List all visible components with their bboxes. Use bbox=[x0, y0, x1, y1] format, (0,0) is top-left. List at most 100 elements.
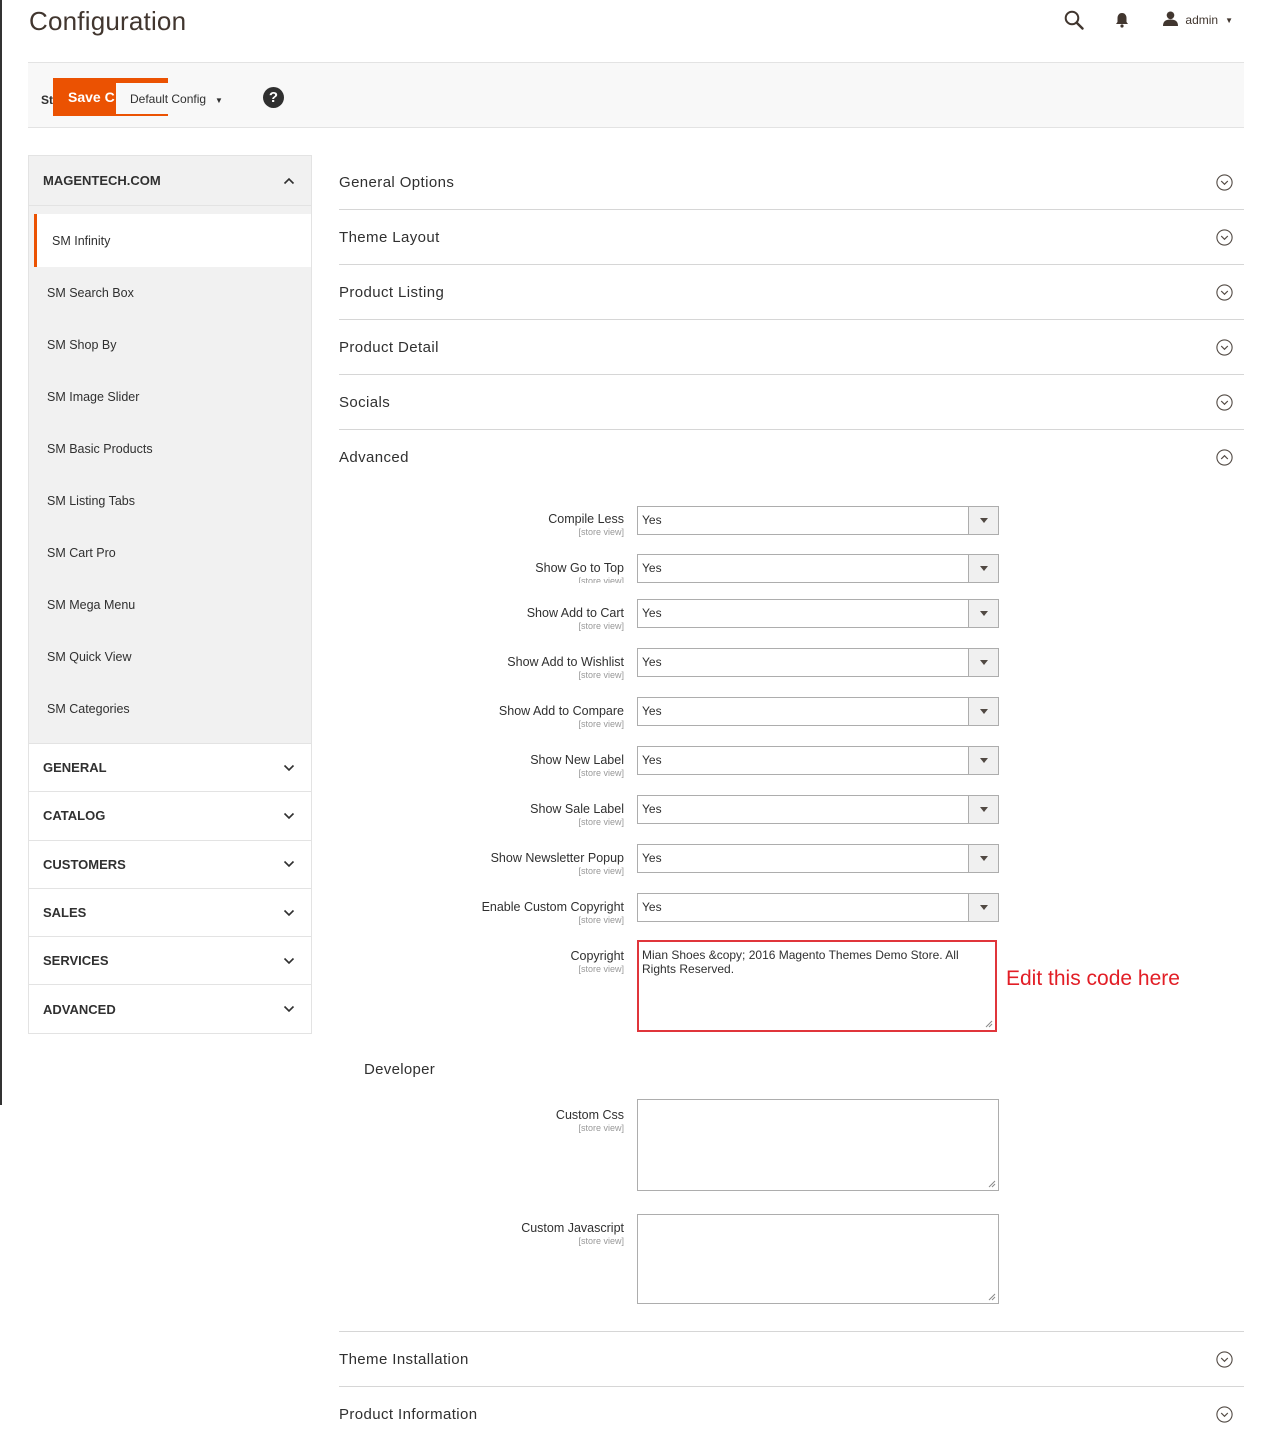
circle-chevron-down-icon bbox=[1216, 338, 1233, 356]
circle-chevron-down-icon bbox=[1216, 393, 1233, 411]
sidebar-section-advanced[interactable]: ADVANCED bbox=[29, 984, 311, 1033]
section-product-detail[interactable]: Product Detail bbox=[339, 320, 1244, 375]
sidebar-section-sales[interactable]: SALES bbox=[29, 887, 311, 937]
circle-chevron-down-icon bbox=[1216, 1406, 1233, 1423]
field-label: Copyright [store view] bbox=[571, 949, 625, 974]
copyright-textarea[interactable]: Mian Shoes &copy; 2016 Magento Themes De… bbox=[637, 940, 997, 1032]
sidebar-item-sm-listing-tabs[interactable]: SM Listing Tabs bbox=[29, 475, 311, 527]
show-newsletter-popup-select[interactable]: Yes bbox=[637, 844, 999, 873]
caret-down-icon bbox=[979, 611, 988, 616]
sidebar-item-sm-infinity[interactable]: SM Infinity bbox=[34, 214, 311, 267]
select-arrow bbox=[968, 747, 998, 774]
section-product-information[interactable]: Product Information bbox=[339, 1387, 1244, 1442]
circle-chevron-down-icon bbox=[1216, 1350, 1233, 1368]
select-value: Yes bbox=[642, 851, 662, 865]
custom-css-textarea[interactable] bbox=[637, 1099, 999, 1191]
caret-down-icon: ▼ bbox=[215, 96, 223, 105]
sidebar-item-sm-image-slider[interactable]: SM Image Slider bbox=[29, 371, 311, 423]
field-label: Compile Less [store view] bbox=[548, 512, 624, 537]
scope-note: [store view] bbox=[578, 527, 624, 537]
sidebar-group-title: MAGENTECH.COM bbox=[43, 173, 161, 188]
section-title: Product Information bbox=[339, 1406, 478, 1423]
section-theme-installation[interactable]: Theme Installation bbox=[339, 1332, 1244, 1387]
sidebar-item-sm-quick-view[interactable]: SM Quick View bbox=[29, 631, 311, 683]
select-value: Yes bbox=[642, 655, 662, 669]
circle-chevron-down-icon bbox=[1216, 228, 1233, 246]
select-value: Yes bbox=[642, 802, 662, 816]
field-label-text: Copyright bbox=[570, 949, 625, 963]
sidebar-group-items: SM Infinity SM Search Box SM Shop By SM … bbox=[29, 206, 311, 743]
sidebar-item-sm-basic-products[interactable]: SM Basic Products bbox=[29, 423, 311, 475]
user-menu[interactable]: admin ▼ bbox=[1162, 11, 1233, 29]
select-arrow bbox=[968, 845, 998, 872]
resize-grip-icon[interactable] bbox=[985, 1020, 993, 1028]
help-icon[interactable]: ? bbox=[263, 87, 284, 108]
chevron-up-icon bbox=[283, 177, 295, 184]
sidebar-section-label: GENERAL bbox=[43, 760, 107, 776]
show-new-label-select[interactable]: Yes bbox=[637, 746, 999, 775]
sidebar-section-customers[interactable]: CUSTOMERS bbox=[29, 839, 311, 888]
enable-custom-copyright-select[interactable]: Yes bbox=[637, 893, 999, 922]
section-general-options[interactable]: General Options bbox=[339, 155, 1244, 210]
field-label: Show Add to Compare [store view] bbox=[499, 704, 624, 729]
scope-note: [store view] bbox=[578, 670, 624, 680]
sidebar-section-catalog[interactable]: CATALOG bbox=[29, 791, 311, 840]
select-arrow bbox=[968, 894, 998, 921]
field-label-text: Show Sale Label bbox=[530, 802, 624, 816]
field-label-text: Compile Less bbox=[548, 512, 624, 526]
scope-note: [store view] bbox=[578, 817, 624, 827]
scope-note: [store view] bbox=[578, 915, 624, 925]
chevron-down-icon bbox=[283, 812, 295, 820]
show-go-to-top-select[interactable]: Yes bbox=[637, 554, 999, 583]
show-add-to-compare-select[interactable]: Yes bbox=[637, 697, 999, 726]
field-label: Show Newsletter Popup [store view] bbox=[491, 851, 624, 876]
field-label-text: Show Add to Compare bbox=[498, 704, 624, 718]
section-product-listing[interactable]: Product Listing bbox=[339, 265, 1244, 320]
sidebar-section-label: CATALOG bbox=[43, 808, 106, 824]
section-advanced[interactable]: Advanced bbox=[339, 430, 1244, 485]
scope-note: [store view] bbox=[578, 1236, 624, 1246]
sidebar-item-sm-mega-menu[interactable]: SM Mega Menu bbox=[29, 579, 311, 631]
scope-note: [store view] bbox=[578, 1123, 624, 1133]
bell-icon[interactable] bbox=[1110, 8, 1134, 32]
scope-switcher[interactable]: Default Config ▼ bbox=[116, 83, 224, 114]
user-icon bbox=[1162, 11, 1179, 29]
page-actions-toolbar: St Save C Default Config ▼ ? bbox=[28, 62, 1244, 128]
sidebar-group-magentech[interactable]: MAGENTECH.COM bbox=[29, 156, 311, 206]
annotation-callout: Edit this code here bbox=[1006, 967, 1180, 990]
circle-chevron-up-icon bbox=[1216, 449, 1233, 466]
search-icon[interactable] bbox=[1062, 8, 1086, 32]
config-sections: General Options Theme Layout Product Lis… bbox=[339, 155, 1244, 485]
page-title: Configuration bbox=[29, 6, 187, 36]
resize-grip-icon[interactable] bbox=[988, 1180, 996, 1188]
sidebar-item-sm-search-box[interactable]: SM Search Box bbox=[29, 267, 311, 319]
compile-less-select[interactable]: Yes bbox=[637, 506, 999, 535]
chevron-down-icon bbox=[283, 957, 295, 964]
show-add-to-cart-select[interactable]: Yes bbox=[637, 599, 999, 628]
sidebar-item-sm-shop-by[interactable]: SM Shop By bbox=[29, 319, 311, 371]
sidebar-section-label: CUSTOMERS bbox=[43, 856, 126, 872]
field-label-text: Show Go to Top bbox=[535, 561, 624, 575]
field-label-text: Show Add to Wishlist bbox=[507, 655, 624, 669]
caret-down-icon bbox=[979, 709, 988, 714]
section-title: Advanced bbox=[339, 449, 409, 466]
sidebar-section-general[interactable]: GENERAL bbox=[29, 743, 311, 792]
field-label-text: Show Add to Cart bbox=[526, 606, 624, 620]
section-socials[interactable]: Socials bbox=[339, 375, 1244, 430]
sidebar-item-sm-categories[interactable]: SM Categories bbox=[29, 683, 311, 735]
field-label-text: Custom Javascript bbox=[521, 1221, 624, 1235]
sidebar-section-label: ADVANCED bbox=[43, 1001, 116, 1017]
scope-note: [store view] bbox=[578, 964, 624, 974]
resize-grip-icon[interactable] bbox=[988, 1293, 996, 1301]
section-theme-layout[interactable]: Theme Layout bbox=[339, 210, 1244, 265]
sidebar-section-services[interactable]: SERVICES bbox=[29, 936, 311, 985]
config-sidebar: MAGENTECH.COM SM Infinity SM Search Box … bbox=[28, 155, 312, 1034]
user-name: admin bbox=[1185, 13, 1219, 27]
caret-down-icon bbox=[979, 566, 988, 571]
caret-down-icon: ▼ bbox=[1225, 15, 1233, 25]
custom-javascript-textarea[interactable] bbox=[637, 1214, 999, 1304]
scope-note: [store view] bbox=[578, 576, 624, 583]
show-sale-label-select[interactable]: Yes bbox=[637, 795, 999, 824]
sidebar-item-sm-cart-pro[interactable]: SM Cart Pro bbox=[29, 527, 311, 579]
show-add-to-wishlist-select[interactable]: Yes bbox=[637, 648, 999, 677]
